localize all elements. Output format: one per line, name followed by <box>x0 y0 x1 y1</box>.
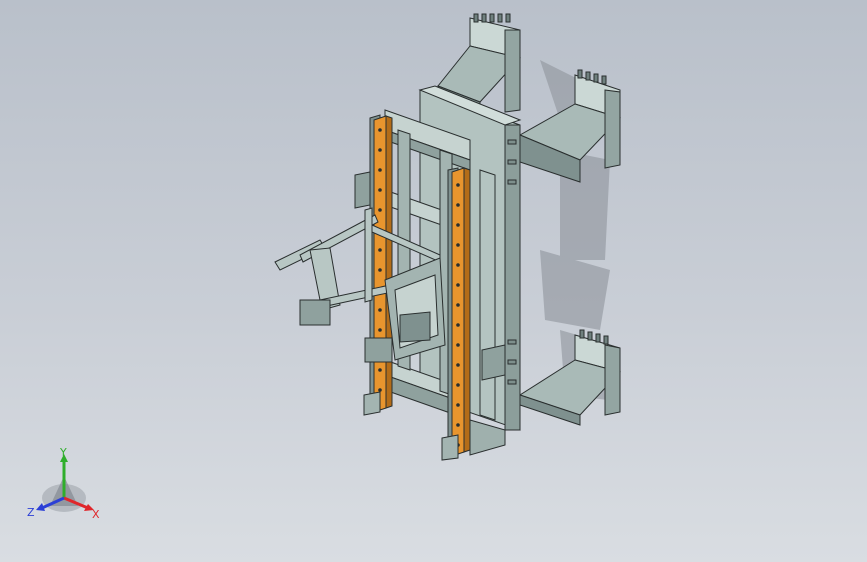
z-axis-label: Z <box>27 506 35 519</box>
axis-triad: Y X Z <box>27 446 100 521</box>
y-axis-label: Y <box>59 446 67 459</box>
3d-viewport[interactable]: Y X Z <box>0 0 867 562</box>
x-axis-label: X <box>92 508 100 521</box>
cad-model[interactable] <box>0 0 867 562</box>
